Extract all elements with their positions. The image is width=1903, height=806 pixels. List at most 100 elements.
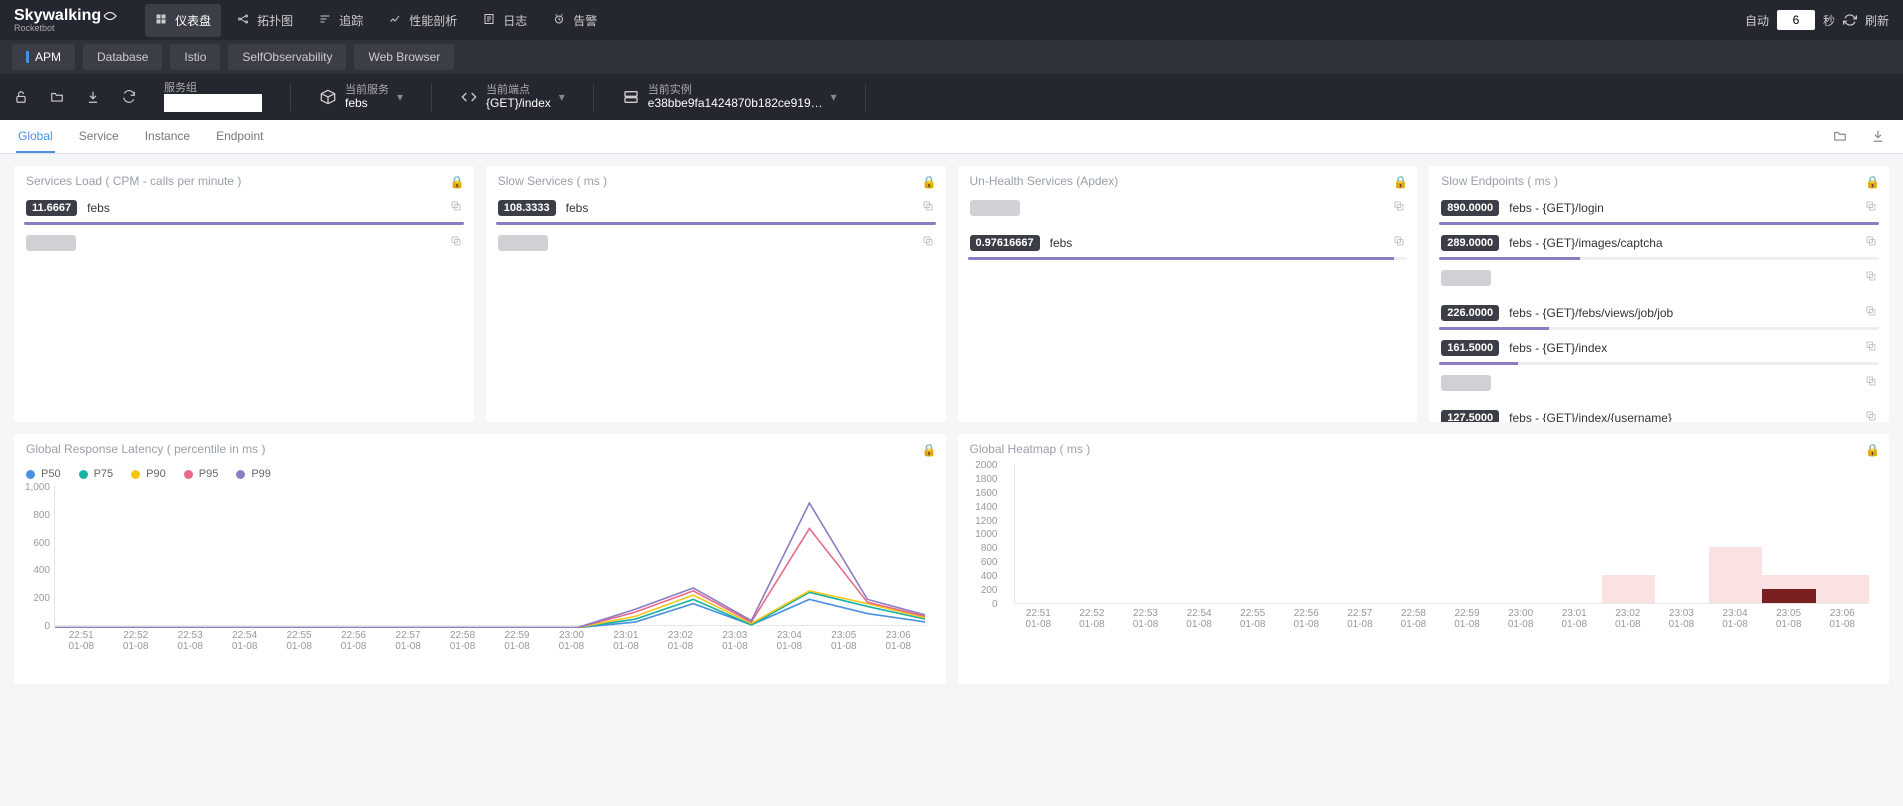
x-tick: 22:5401-08 xyxy=(217,630,271,652)
x-tick: 22:5701-08 xyxy=(1333,608,1387,630)
copy-icon[interactable] xyxy=(1865,340,1879,354)
x-tick: 22:5101-08 xyxy=(1012,608,1066,630)
y-tick: 1,000 xyxy=(18,482,50,493)
tab-istio[interactable]: Istio xyxy=(170,44,220,70)
nav-alarm[interactable]: 告警 xyxy=(543,4,607,37)
metric-name: febs xyxy=(1050,236,1406,250)
nav-label: 追踪 xyxy=(339,12,363,29)
nav-log[interactable]: 日志 xyxy=(473,4,537,37)
y-tick: 600 xyxy=(18,538,50,549)
copy-icon[interactable] xyxy=(1393,200,1407,214)
y-tick: 1400 xyxy=(958,502,998,513)
service-group-selector[interactable]: 服务组 xyxy=(154,82,272,112)
lower-panels: Global Response Latency ( percentile in … xyxy=(0,434,1903,698)
folder-icon[interactable] xyxy=(46,86,68,108)
y-tick: 1000 xyxy=(958,529,998,540)
nav-topology[interactable]: 拓扑图 xyxy=(227,4,303,37)
panel-title: Slow Services ( ms ) xyxy=(498,174,607,188)
progress-bar xyxy=(1439,327,1879,330)
legend-label: P75 xyxy=(94,468,114,480)
metric-name: febs - {GET}/login xyxy=(1509,201,1877,215)
panel-title: Services Load ( CPM - calls per minute ) xyxy=(26,174,241,188)
subtab-instance[interactable]: Instance xyxy=(143,121,192,153)
lock-icon[interactable]: 🔒 xyxy=(922,443,934,455)
code-icon xyxy=(460,88,478,106)
chevron-down-icon: ▾ xyxy=(397,90,403,104)
nav-profile[interactable]: 性能剖析 xyxy=(379,4,467,37)
y-tick: 1200 xyxy=(958,516,998,527)
progress-bar xyxy=(1439,362,1879,365)
legend-item[interactable]: P75 xyxy=(79,468,114,480)
latency-panel: Global Response Latency ( percentile in … xyxy=(14,434,946,684)
copy-icon[interactable] xyxy=(922,235,936,249)
alarm-icon xyxy=(553,13,567,27)
lock-icon[interactable]: 🔒 xyxy=(1393,175,1405,187)
auto-interval-input[interactable] xyxy=(1777,10,1815,30)
metric-item: 161.5000febs - {GET}/index xyxy=(1439,336,1879,365)
y-tick: 0 xyxy=(958,599,998,610)
x-tick: 22:5901-08 xyxy=(1440,608,1494,630)
heatmap-cell xyxy=(1709,575,1762,589)
refresh-label[interactable]: 刷新 xyxy=(1865,12,1889,29)
subtab-global[interactable]: Global xyxy=(16,121,55,153)
lock-icon[interactable]: 🔒 xyxy=(1865,443,1877,455)
service-group-input[interactable] xyxy=(164,94,262,112)
panel-title: Global Heatmap ( ms ) xyxy=(970,442,1091,456)
tab-web-browser[interactable]: Web Browser xyxy=(354,44,454,70)
folder-icon[interactable] xyxy=(1833,129,1849,145)
slow-services-panel: Slow Services ( ms )🔒 108.3333febs— xyxy=(486,166,946,422)
current-endpoint-selector[interactable]: 当前端点 {GET}/index ▾ xyxy=(450,84,575,110)
metric-item: — xyxy=(968,196,1408,225)
rocket-icon xyxy=(103,11,117,21)
copy-icon[interactable] xyxy=(1393,235,1407,249)
copy-icon[interactable] xyxy=(1865,410,1879,422)
download-icon[interactable] xyxy=(82,86,104,108)
metric-value: 890.0000 xyxy=(1441,200,1499,216)
tab-apm[interactable]: APM xyxy=(12,44,75,70)
refresh-icon[interactable] xyxy=(1843,13,1857,27)
lock-icon[interactable] xyxy=(10,86,32,108)
services-load-panel: Services Load ( CPM - calls per minute )… xyxy=(14,166,474,422)
current-service-selector[interactable]: 当前服务 febs ▾ xyxy=(309,84,413,110)
copy-icon[interactable] xyxy=(1865,375,1879,389)
heatmap-cell xyxy=(1709,547,1762,561)
copy-icon[interactable] xyxy=(922,200,936,214)
copy-icon[interactable] xyxy=(1865,305,1879,319)
copy-icon[interactable] xyxy=(1865,200,1879,214)
scope-tabs: Global Service Instance Endpoint xyxy=(0,120,1903,154)
copy-icon[interactable] xyxy=(1865,270,1879,284)
tab-label: SelfObservability xyxy=(242,50,332,64)
legend-item[interactable]: P50 xyxy=(26,468,61,480)
heatmap-cell xyxy=(1602,589,1655,603)
metric-item: — xyxy=(24,231,464,260)
nav-dashboard[interactable]: 仪表盘 xyxy=(145,4,221,37)
x-tick: 23:0101-08 xyxy=(1547,608,1601,630)
instance-label: 当前实例 xyxy=(648,84,823,96)
reload-icon[interactable] xyxy=(118,86,140,108)
service-value: febs xyxy=(345,96,389,110)
x-tick: 22:5301-08 xyxy=(163,630,217,652)
log-icon xyxy=(483,13,497,27)
top-nav: Skywalking Rocketbot 仪表盘拓扑图追踪性能剖析日志告警 自动… xyxy=(0,0,1903,40)
panel-title: Global Response Latency ( percentile in … xyxy=(26,442,265,456)
copy-icon[interactable] xyxy=(1865,235,1879,249)
nav-trace[interactable]: 追踪 xyxy=(309,4,373,37)
metric-item: 108.3333febs xyxy=(496,196,936,225)
legend: P50 P75 P90 P95 P99 xyxy=(14,460,946,482)
legend-item[interactable]: P90 xyxy=(131,468,166,480)
lock-icon[interactable]: 🔒 xyxy=(1865,175,1877,187)
metric-value: 226.0000 xyxy=(1441,305,1499,321)
legend-item[interactable]: P99 xyxy=(236,468,271,480)
lock-icon[interactable]: 🔒 xyxy=(450,175,462,187)
tab-selfobservability[interactable]: SelfObservability xyxy=(228,44,346,70)
current-instance-selector[interactable]: 当前实例 e38bbe9fa1424870b182ce919… ▾ xyxy=(612,84,847,110)
copy-icon[interactable] xyxy=(450,200,464,214)
copy-icon[interactable] xyxy=(450,235,464,249)
subtab-service[interactable]: Service xyxy=(77,121,121,153)
legend-item[interactable]: P95 xyxy=(184,468,219,480)
lock-icon[interactable]: 🔒 xyxy=(922,175,934,187)
x-tick: 22:5801-08 xyxy=(435,630,489,652)
subtab-endpoint[interactable]: Endpoint xyxy=(214,121,265,153)
tab-database[interactable]: Database xyxy=(83,44,162,70)
download-icon[interactable] xyxy=(1871,129,1887,145)
